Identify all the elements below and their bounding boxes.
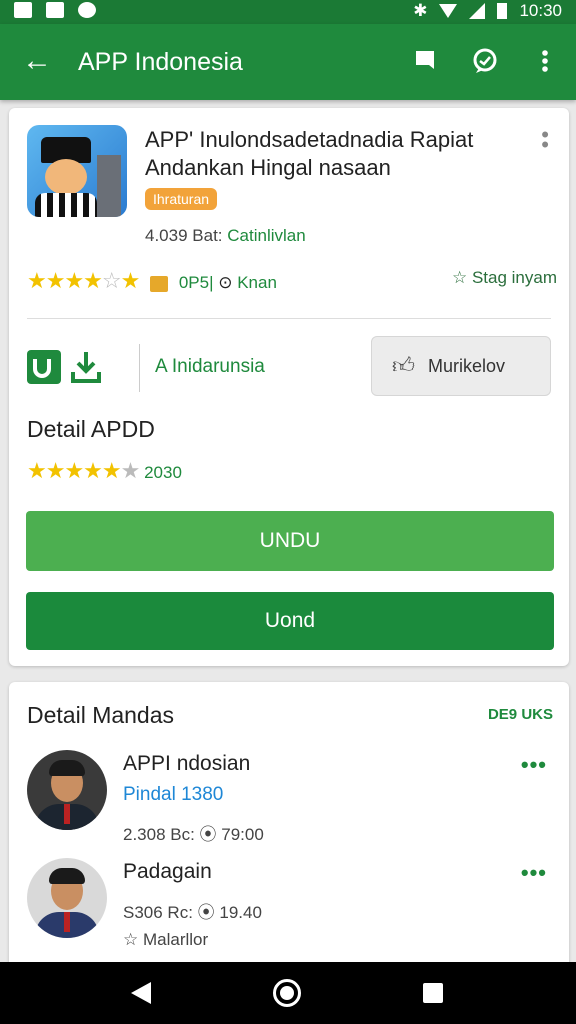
gallery-notification-icon [46,2,64,18]
app-bar-title: APP Indonesia [78,48,243,76]
item-meta: 2.308 Bc: ⦿ 79:00 [123,825,264,844]
navigation-bar [0,962,576,1024]
sync-notification-icon [78,2,96,18]
award-icon [150,275,169,292]
item-name: Padagain [123,860,212,883]
item-meta: S306 Rc: ⦿ 19.40 [123,903,262,922]
info-icon: ⊙ [218,273,233,292]
vertical-separator [139,344,140,392]
arrow-back-icon[interactable]: ← [22,46,52,76]
app-bar: ← APP Indonesia [0,24,576,100]
thumbs-up-icon: 👍︎ [392,353,415,378]
item-partial-text: ☆ Malarllor [123,930,209,949]
nav-home-icon[interactable] [273,979,301,1007]
star-outline-icon: ☆ [451,268,468,287]
install-row: A Inidarunsia 👍︎ Murikelov [27,336,551,400]
bluetooth-icon: ✱ [413,1,428,20]
secondary-download-button[interactable]: Uond [26,592,554,650]
avatar [27,750,107,830]
nav-recents-icon[interactable] [423,983,443,1003]
list-item[interactable]: APPI ndosian ••• Pindal 1380 2.308 Bc: ⦿… [27,750,551,850]
nav-back-icon[interactable] [131,982,151,1004]
save-link[interactable]: ☆ Stag inyam [452,268,557,288]
wifi-icon [439,4,458,18]
rating-extra: 0P5| [178,273,214,292]
bookmark-icon[interactable] [410,46,440,76]
item-name: APPI ndosian [123,752,251,775]
app-title: APP' Inulondsadetadnadia Rapiat Andankan… [145,127,474,180]
section-title: Detail Mandas [27,702,175,728]
detail-title: Detail APDD [27,416,155,442]
divider [27,318,551,319]
star-outline-icon: ☆ [123,930,139,949]
item-subtitle[interactable]: Pindal 1380 [123,784,223,806]
chat-icon[interactable] [470,46,500,76]
status-bar: ✱ 10:30 [0,0,576,24]
rating-row: ★★★★☆★ 0P5| ⊙ Knan ☆ Stag inyam [27,268,557,296]
category-link[interactable]: Catinlivlan [227,226,305,245]
list-item[interactable]: Padagain ••• S306 Rc: ⦿ 19.40 ☆ Malarllo… [27,858,551,958]
section-link[interactable]: DE9 UKS [488,706,553,723]
wishlist-button[interactable]: 👍︎ Murikelov [371,336,551,396]
signal-icon [469,3,486,19]
app-stats: 4.039 Bat: Catinlivlan [145,226,306,246]
status-time: 10:30 [519,1,562,20]
more-horiz-icon[interactable]: ••• [521,752,547,778]
battery-icon [497,3,508,19]
app-detail-card: APP' Inulondsadetadnadia Rapiat Andankan… [9,108,569,666]
detail-rating: ★★★★★★ 2030 [27,458,182,484]
detail-list-card: Detail Mandas DE9 UKS APPI ndosian ••• P… [9,682,569,972]
download-label: Bat: [192,226,223,245]
download-icon[interactable] [69,350,103,384]
detail-rating-stars: ★★★★★★ [27,458,140,483]
download-count: 4.039 [145,226,188,245]
primary-download-button[interactable]: UNDU [26,511,554,571]
avatar [27,858,107,938]
more-vert-icon[interactable] [530,46,560,76]
detail-year: 2030 [144,463,182,482]
more-options-icon[interactable]: • • [541,124,549,156]
rating-stars: ★★★★☆★ [27,268,140,293]
app-icon [27,125,127,217]
more-horiz-icon[interactable]: ••• [521,860,547,886]
language-label: A Inidarunsia [155,356,265,377]
check-icon[interactable] [27,350,61,384]
category-badge: Ihraturan [145,188,218,210]
rating-extra-2: Knan [237,273,277,292]
image-notification-icon [14,2,32,18]
